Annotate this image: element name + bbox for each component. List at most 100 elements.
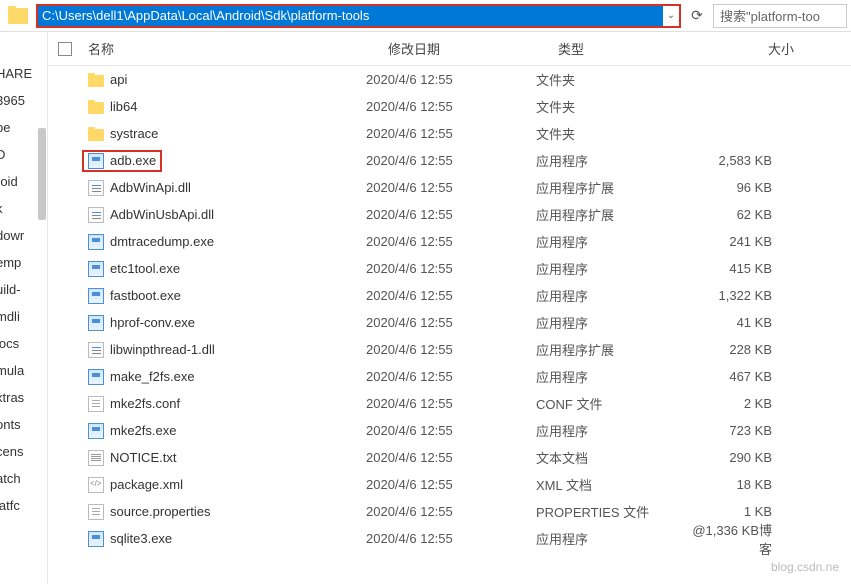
sidebar-item[interactable]: locs — [0, 330, 32, 357]
file-name: etc1tool.exe — [110, 261, 180, 276]
column-date[interactable]: 修改日期 — [388, 39, 558, 58]
file-list: 名称 修改日期 类型 大小 api 2020/4/6 12:55 文件夹 lib… — [48, 32, 851, 584]
file-name: sqlite3.exe — [110, 531, 172, 546]
file-row[interactable]: sqlite3.exe 2020/4/6 12:55 应用程序 @1,336 K… — [48, 525, 851, 552]
file-type: 应用程序 — [536, 367, 688, 386]
file-row[interactable]: dmtracedump.exe 2020/4/6 12:55 应用程序 241 … — [48, 228, 851, 255]
file-row[interactable]: libwinpthread-1.dll 2020/4/6 12:55 应用程序扩… — [48, 336, 851, 363]
sidebar[interactable]: HARE3965beDroidkdowrempuild-mdlilocsmula… — [0, 32, 48, 584]
file-type: 应用程序 — [536, 313, 688, 332]
sidebar-item[interactable]: onts — [0, 411, 32, 438]
file-date: 2020/4/6 12:55 — [366, 288, 536, 303]
sidebar-item[interactable]: emp — [0, 249, 32, 276]
file-date: 2020/4/6 12:55 — [366, 153, 536, 168]
exe-icon — [88, 531, 104, 547]
file-type: 文件夹 — [536, 124, 688, 143]
file-size: 228 KB — [688, 342, 788, 357]
exe-icon — [88, 315, 104, 331]
file-row[interactable]: fastboot.exe 2020/4/6 12:55 应用程序 1,322 K… — [48, 282, 851, 309]
file-type: CONF 文件 — [536, 394, 688, 413]
file-name: libwinpthread-1.dll — [110, 342, 215, 357]
file-date: 2020/4/6 12:55 — [366, 342, 536, 357]
sidebar-item[interactable]: roid — [0, 168, 32, 195]
file-row[interactable]: package.xml 2020/4/6 12:55 XML 文档 18 KB — [48, 471, 851, 498]
search-input[interactable]: 搜索"platform-too — [713, 4, 847, 28]
file-row[interactable]: mke2fs.exe 2020/4/6 12:55 应用程序 723 KB — [48, 417, 851, 444]
file-row[interactable]: adb.exe 2020/4/6 12:55 应用程序 2,583 KB — [48, 147, 851, 174]
exe-icon — [88, 423, 104, 439]
exe-icon — [88, 369, 104, 385]
file-name: AdbWinApi.dll — [110, 180, 191, 195]
file-date: 2020/4/6 12:55 — [366, 126, 536, 141]
file-row[interactable]: api 2020/4/6 12:55 文件夹 — [48, 66, 851, 93]
sidebar-item[interactable]: atch — [0, 465, 32, 492]
file-row[interactable]: make_f2fs.exe 2020/4/6 12:55 应用程序 467 KB — [48, 363, 851, 390]
file-size: 290 KB — [688, 450, 788, 465]
sidebar-item[interactable]: dowr — [0, 222, 32, 249]
file-row[interactable]: etc1tool.exe 2020/4/6 12:55 应用程序 415 KB — [48, 255, 851, 282]
sidebar-item[interactable]: D — [0, 141, 32, 168]
file-type: 文件夹 — [536, 97, 688, 116]
file-date: 2020/4/6 12:55 — [366, 369, 536, 384]
sidebar-item[interactable]: mdli — [0, 303, 32, 330]
file-type: 应用程序 — [536, 421, 688, 440]
file-size: @1,336 KB博客 — [688, 520, 788, 558]
file-row[interactable]: hprof-conv.exe 2020/4/6 12:55 应用程序 41 KB — [48, 309, 851, 336]
column-size[interactable]: 大小 — [710, 39, 810, 58]
file-size: 62 KB — [688, 207, 788, 222]
file-size: 2 KB — [688, 396, 788, 411]
column-name[interactable]: 名称 — [88, 39, 388, 58]
select-all-checkbox[interactable] — [58, 42, 72, 56]
sidebar-item[interactable]: HARE — [0, 60, 32, 87]
file-date: 2020/4/6 12:55 — [366, 315, 536, 330]
folder-icon — [88, 102, 104, 114]
column-type[interactable]: 类型 — [558, 39, 710, 58]
highlight-box: adb.exe — [82, 150, 162, 172]
file-name: make_f2fs.exe — [110, 369, 195, 384]
sidebar-item[interactable]: 3965 — [0, 87, 32, 114]
sidebar-item[interactable]: latfc — [0, 492, 32, 519]
folder-icon — [8, 8, 28, 24]
sidebar-item[interactable]: be — [0, 114, 32, 141]
file-type: 应用程序 — [536, 232, 688, 251]
file-name: api — [110, 72, 127, 87]
file-type: PROPERTIES 文件 — [536, 502, 688, 521]
file-row[interactable]: mke2fs.conf 2020/4/6 12:55 CONF 文件 2 KB — [48, 390, 851, 417]
file-type: XML 文档 — [536, 475, 688, 494]
address-bar-highlight: C:\Users\dell1\AppData\Local\Android\Sdk… — [36, 4, 681, 28]
file-size: 96 KB — [688, 180, 788, 195]
file-row[interactable]: systrace 2020/4/6 12:55 文件夹 — [48, 120, 851, 147]
file-type: 应用程序 — [536, 259, 688, 278]
sidebar-item[interactable]: k — [0, 195, 32, 222]
file-row[interactable]: AdbWinUsbApi.dll 2020/4/6 12:55 应用程序扩展 6… — [48, 201, 851, 228]
refresh-button[interactable]: ⟳ — [685, 4, 709, 28]
sidebar-scrollbar-thumb[interactable] — [38, 128, 46, 220]
exe-icon — [88, 288, 104, 304]
address-dropdown-icon[interactable]: ⌄ — [663, 10, 679, 21]
sidebar-item[interactable]: xtras — [0, 384, 32, 411]
file-size: 2,583 KB — [688, 153, 788, 168]
sidebar-item[interactable]: uild- — [0, 276, 32, 303]
file-name: mke2fs.exe — [110, 423, 176, 438]
file-size: 467 KB — [688, 369, 788, 384]
file-name: systrace — [110, 126, 158, 141]
file-row[interactable]: NOTICE.txt 2020/4/6 12:55 文本文档 290 KB — [48, 444, 851, 471]
file-type: 应用程序 — [536, 286, 688, 305]
file-date: 2020/4/6 12:55 — [366, 396, 536, 411]
exe-icon — [88, 261, 104, 277]
file-name: package.xml — [110, 477, 183, 492]
file-type: 应用程序 — [536, 151, 688, 170]
address-bar[interactable]: C:\Users\dell1\AppData\Local\Android\Sdk… — [38, 6, 663, 26]
file-row[interactable]: AdbWinApi.dll 2020/4/6 12:55 应用程序扩展 96 K… — [48, 174, 851, 201]
refresh-icon: ⟳ — [691, 7, 703, 24]
dll-icon — [88, 180, 104, 196]
exe-icon — [88, 234, 104, 250]
file-name: fastboot.exe — [110, 288, 181, 303]
file-date: 2020/4/6 12:55 — [366, 504, 536, 519]
file-name: AdbWinUsbApi.dll — [110, 207, 214, 222]
file-type: 应用程序扩展 — [536, 340, 688, 359]
sidebar-item[interactable]: mula — [0, 357, 32, 384]
file-name: lib64 — [110, 99, 137, 114]
sidebar-item[interactable]: cens — [0, 438, 32, 465]
file-row[interactable]: lib64 2020/4/6 12:55 文件夹 — [48, 93, 851, 120]
